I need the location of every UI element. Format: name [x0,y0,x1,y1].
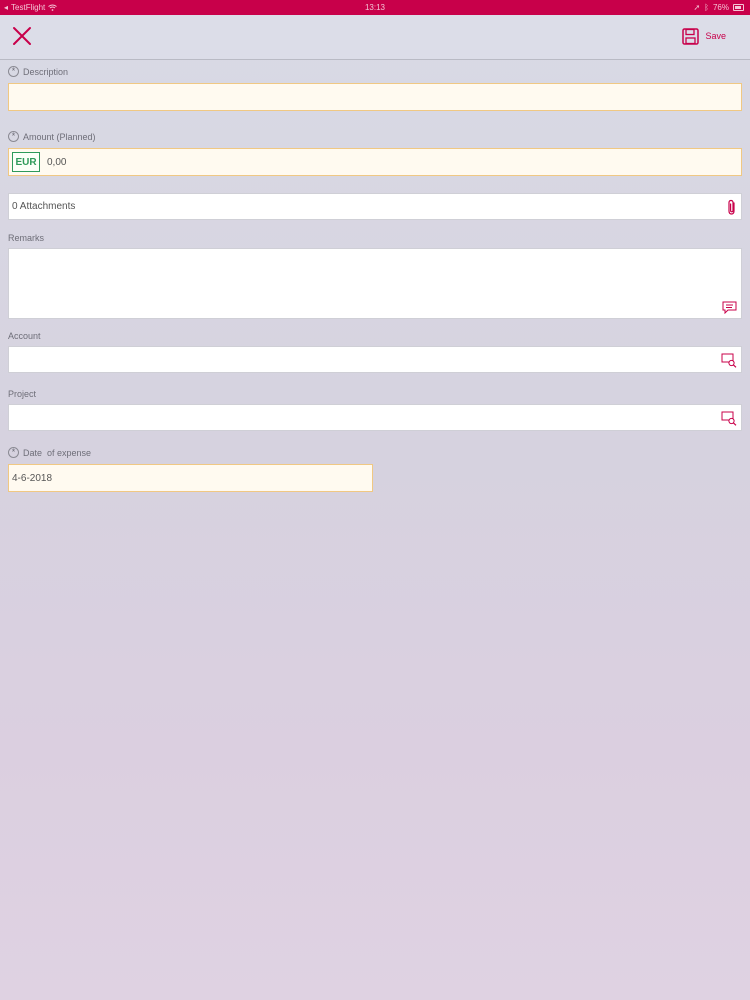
floppy-disk-icon [682,27,700,45]
amount-label: * Amount (Planned) [8,131,96,142]
remarks-label-text: Remarks [8,233,45,243]
amount-label-text: Amount (Planned) [23,131,96,142]
project-label-text: Project [8,389,37,399]
save-label: Save [705,31,726,41]
status-time: 13:13 [364,3,386,12]
remarks-label: Remarks [8,233,44,243]
bluetooth-icon: ᛒ [704,3,709,12]
attachments-count: 0 Attachments [12,201,76,212]
date-of-expense-value: 4-6-2018 [12,472,53,484]
speech-bubble-icon[interactable] [722,301,737,314]
status-bar: ◂ TestFlight 13:13 ➚ ᛒ 76% [0,0,750,15]
date-of-expense-label: * Date of expense [8,447,91,458]
project-label: Project [8,389,36,399]
required-asterisk-icon: * [8,131,19,142]
status-right: ➚ ᛒ 76% [693,0,744,15]
description-field[interactable] [8,83,742,111]
toolbar: Save [0,15,750,60]
amount-value: 0,00 [47,156,67,168]
close-button[interactable] [10,24,34,48]
amount-field[interactable]: EUR 0,00 [8,148,742,176]
account-label: Account [8,331,41,341]
date-of-expense-field[interactable]: 4-6-2018 [8,464,373,492]
account-label-text: Account [8,331,41,341]
close-icon [13,27,31,45]
date-of-expense-label-text: Date of expense [23,447,92,458]
required-asterisk-icon: * [8,66,19,77]
project-field[interactable] [8,404,742,431]
description-label-text: Description [23,66,69,77]
account-field[interactable] [8,346,742,373]
battery-icon [733,4,744,11]
remarks-field[interactable] [8,248,742,319]
save-button[interactable]: Save [682,26,726,46]
description-label: * Description [8,66,68,77]
currency-badge[interactable]: EUR [12,152,40,172]
lookup-search-icon[interactable] [721,411,737,426]
required-asterisk-icon: * [8,447,19,458]
lookup-search-icon[interactable] [721,353,737,368]
attachments-field[interactable]: 0 Attachments [8,193,742,220]
location-icon: ➚ [693,3,701,12]
battery-percent: 76% [712,3,729,12]
paperclip-icon[interactable] [727,199,737,216]
